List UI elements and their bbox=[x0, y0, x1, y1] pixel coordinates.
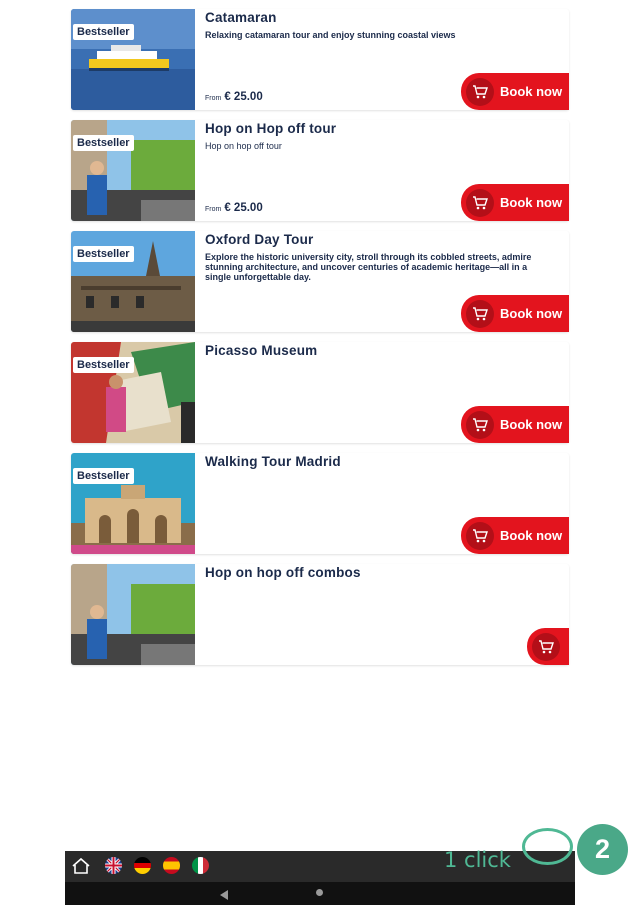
tour-title: Oxford Day Tour bbox=[205, 232, 314, 247]
book-now-button[interactable]: Book now bbox=[461, 517, 569, 554]
tour-card[interactable]: Bestseller Hop on Hop off tour Hop on ho… bbox=[71, 120, 569, 221]
tour-price: From € 25.00 bbox=[205, 198, 263, 216]
tour-image: Bestseller bbox=[71, 120, 195, 221]
cart-icon bbox=[466, 77, 494, 106]
tour-image: Bestseller bbox=[71, 342, 195, 443]
tour-image: Bestseller bbox=[71, 231, 195, 332]
tour-description: Hop on hop off tour bbox=[205, 141, 282, 151]
spanish-flag-icon[interactable] bbox=[163, 857, 180, 874]
tour-card[interactable]: Bestseller Oxford Day Tour Explore the h… bbox=[71, 231, 569, 332]
cart-icon bbox=[466, 521, 494, 550]
book-now-label: Book now bbox=[500, 306, 563, 321]
book-now-button[interactable]: Book now bbox=[461, 406, 569, 443]
back-icon[interactable] bbox=[220, 887, 229, 905]
tour-title: Picasso Museum bbox=[205, 343, 318, 358]
bestseller-badge: Bestseller bbox=[73, 246, 134, 262]
bestseller-badge: Bestseller bbox=[73, 357, 134, 373]
tour-list: Bestseller Catamaran Relaxing catamaran … bbox=[71, 9, 569, 675]
click-count-annotation: 1 click bbox=[444, 848, 511, 872]
click-target-ring bbox=[522, 828, 573, 865]
tour-card[interactable]: Bestseller Catamaran Relaxing catamaran … bbox=[71, 9, 569, 110]
cart-icon bbox=[466, 299, 494, 328]
book-now-label: Book now bbox=[500, 195, 563, 210]
tour-image: Bestseller bbox=[71, 9, 195, 110]
book-now-button[interactable]: Book now bbox=[461, 295, 569, 332]
bestseller-badge: Bestseller bbox=[73, 24, 134, 40]
tour-card[interactable]: Bestseller Picasso Museum Book now bbox=[71, 342, 569, 443]
cart-icon bbox=[532, 632, 560, 661]
tour-title: Catamaran bbox=[205, 10, 277, 25]
price-amount: € 25.00 bbox=[224, 202, 263, 214]
tour-price: From € 25.00 bbox=[205, 87, 263, 105]
tour-description: Relaxing catamaran tour and enjoy stunni… bbox=[205, 30, 456, 40]
home-icon[interactable] bbox=[71, 857, 91, 880]
price-amount: € 25.00 bbox=[224, 91, 263, 103]
book-now-button[interactable]: Book now bbox=[461, 184, 569, 221]
book-now-label: Book now bbox=[500, 528, 563, 543]
tour-description: Explore the historic university city, st… bbox=[205, 252, 532, 282]
tour-card[interactable]: Hop on hop off combos bbox=[71, 564, 569, 665]
hop-on-hop-off-combos-photo bbox=[71, 564, 195, 665]
tour-title: Hop on Hop off tour bbox=[205, 121, 337, 136]
bestseller-badge: Bestseller bbox=[73, 468, 134, 484]
german-flag-icon[interactable] bbox=[134, 857, 151, 874]
step-number-badge: 2 bbox=[577, 824, 628, 875]
tour-card[interactable]: Bestseller Walking Tour Madrid Book now bbox=[71, 453, 569, 554]
nav-home-icon[interactable] bbox=[316, 889, 323, 896]
tour-title: Hop on hop off combos bbox=[205, 565, 361, 580]
cart-button[interactable] bbox=[527, 628, 569, 665]
cart-icon bbox=[466, 410, 494, 439]
price-from-label: From bbox=[205, 206, 222, 213]
book-now-button[interactable]: Book now bbox=[461, 73, 569, 110]
italian-flag-icon[interactable] bbox=[192, 857, 209, 874]
book-now-label: Book now bbox=[500, 84, 563, 99]
bestseller-badge: Bestseller bbox=[73, 135, 134, 151]
cart-icon bbox=[466, 188, 494, 217]
tour-image bbox=[71, 564, 195, 665]
book-now-label: Book now bbox=[500, 417, 563, 432]
price-from-label: From bbox=[205, 95, 222, 102]
android-nav-bar bbox=[65, 882, 575, 905]
uk-flag-icon[interactable] bbox=[105, 857, 122, 874]
tour-image: Bestseller bbox=[71, 453, 195, 554]
tour-title: Walking Tour Madrid bbox=[205, 454, 341, 469]
